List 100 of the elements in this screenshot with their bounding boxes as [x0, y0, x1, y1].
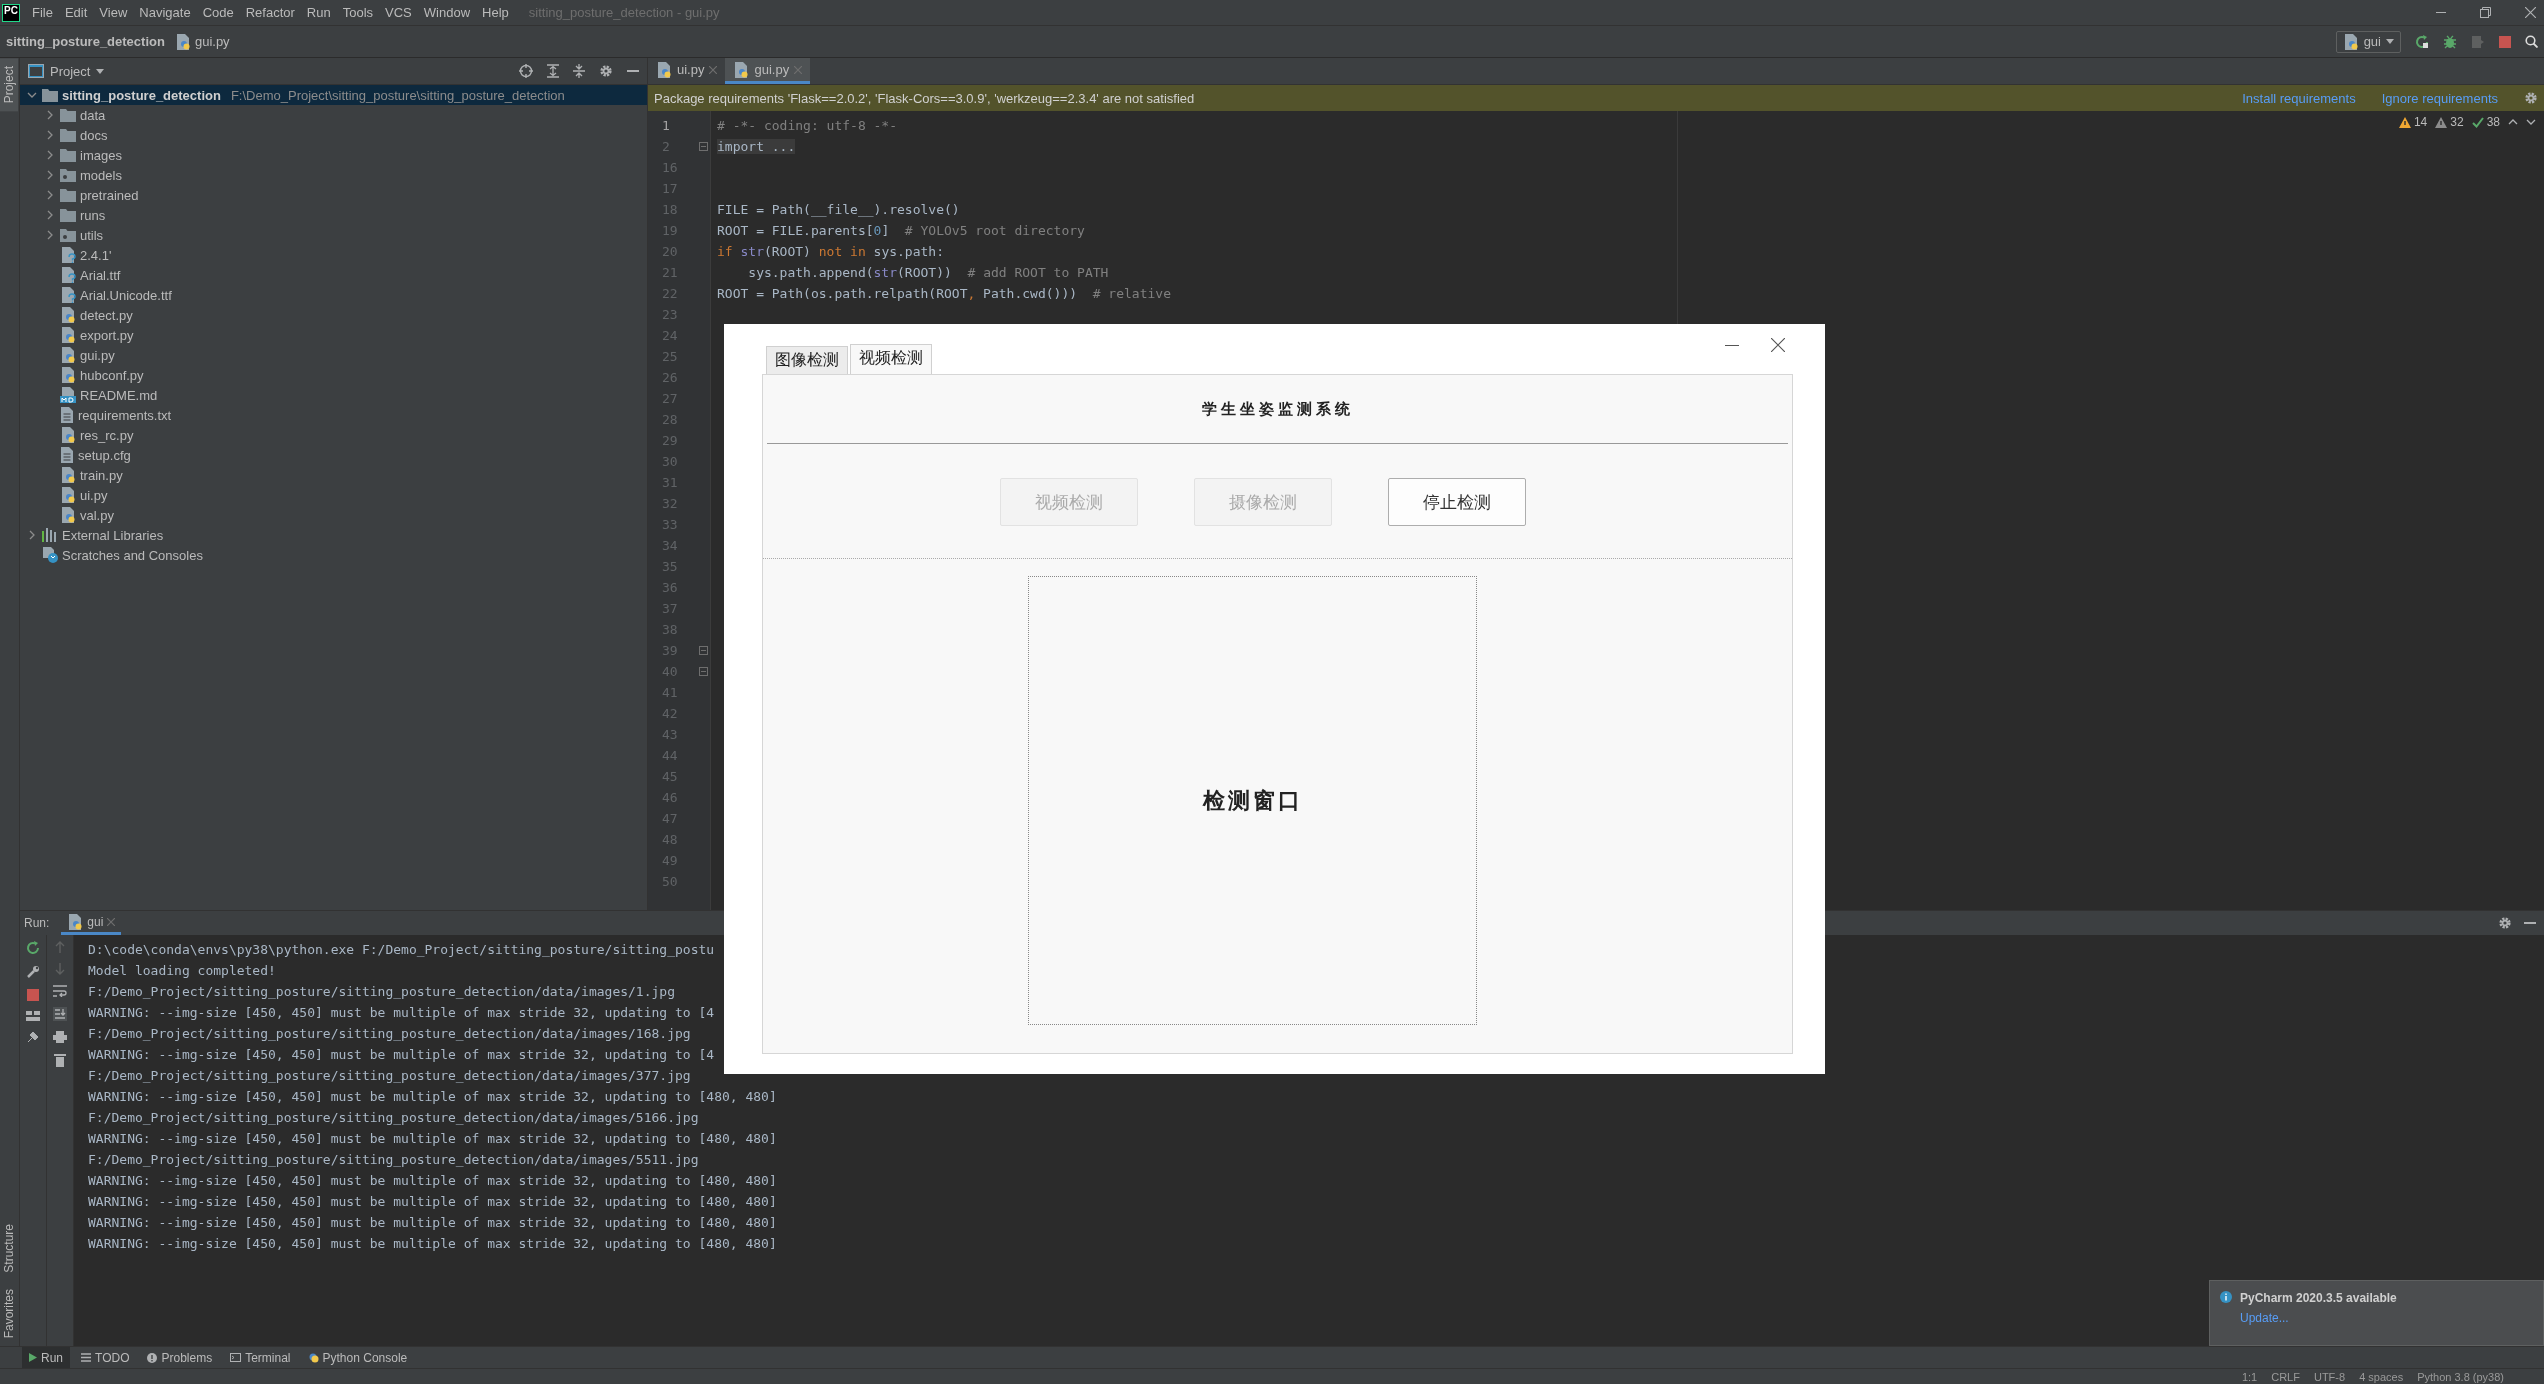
menu-item[interactable]: Navigate — [133, 5, 197, 20]
tree-item[interactable]: 2.4.1' — [20, 245, 647, 265]
rerun-icon[interactable] — [2415, 34, 2429, 49]
tree-item[interactable]: runs — [20, 205, 647, 225]
tree-item[interactable]: utils — [20, 225, 647, 245]
debug-icon[interactable] — [2443, 34, 2457, 49]
tool-window-button[interactable]: Run — [22, 1347, 70, 1368]
action-button[interactable]: 停止检测 — [1387, 478, 1526, 526]
tree-item[interactable]: ui.py — [20, 485, 647, 505]
chevron-icon[interactable] — [45, 110, 55, 120]
close-icon[interactable] — [2525, 7, 2536, 18]
status-item[interactable]: UTF-8 — [2313, 1370, 2346, 1383]
tree-item[interactable]: README.md — [20, 385, 647, 405]
tree-item[interactable]: gui.py — [20, 345, 647, 365]
rerun-icon[interactable] — [26, 941, 40, 955]
list-icon — [81, 1353, 91, 1362]
update-link[interactable]: Update... — [2240, 1311, 2397, 1325]
tree-item[interactable]: val.py — [20, 505, 647, 525]
fold-icon[interactable] — [699, 667, 708, 676]
tree-item[interactable]: External Libraries — [20, 525, 647, 545]
banner-link[interactable]: Install requirements — [2242, 90, 2356, 106]
status-item[interactable]: 1:1 — [2241, 1370, 2258, 1383]
tool-window-button[interactable]: Problems — [140, 1347, 220, 1368]
menu-item[interactable]: Run — [300, 5, 337, 20]
caret-icon[interactable] — [96, 68, 105, 74]
menu-item[interactable]: Refactor — [239, 5, 301, 20]
menu-item[interactable]: VCS — [379, 5, 418, 20]
chevron-icon[interactable] — [45, 150, 55, 160]
inspection-counter[interactable]: 38 — [2471, 115, 2500, 129]
expand-all-icon[interactable] — [547, 64, 559, 78]
tree-item[interactable]: Arial.Unicode.ttf — [20, 285, 647, 305]
stop-icon[interactable] — [2499, 35, 2511, 48]
print-icon[interactable] — [53, 1031, 67, 1043]
folder-icon — [60, 188, 76, 202]
chevron-icon[interactable] — [27, 90, 37, 100]
tree-item[interactable]: Arial.ttf — [20, 265, 647, 285]
project-view-dropdown[interactable]: Project — [28, 63, 105, 79]
settings-icon[interactable] — [2524, 91, 2538, 105]
menu-item[interactable]: View — [93, 5, 134, 20]
tree-item[interactable]: pretrained — [20, 185, 647, 205]
tree-item[interactable]: detect.py — [20, 305, 647, 325]
locate-icon[interactable] — [519, 64, 533, 78]
tree-item[interactable]: docs — [20, 125, 647, 145]
fold-icon[interactable] — [699, 646, 708, 655]
tree-item[interactable]: sitting_posture_detection F:\Demo_Project\sitting_posture\sitting_posture_detection — [20, 85, 647, 105]
tree-item[interactable]: Scratches and Consoles — [20, 545, 647, 565]
dialog-tab[interactable]: 图像检测 — [766, 346, 848, 374]
menu-item[interactable]: Code — [196, 5, 240, 20]
tree-item[interactable]: res_rc.py — [20, 425, 647, 445]
tree-item[interactable]: data — [20, 105, 647, 125]
settings-icon[interactable] — [2498, 916, 2512, 930]
settings-icon[interactable] — [599, 64, 613, 78]
status-item[interactable]: CRLF — [2271, 1370, 2300, 1383]
collapse-all-icon[interactable] — [573, 64, 585, 78]
chevron-icon[interactable] — [45, 210, 55, 220]
chevron-icon[interactable] — [45, 130, 55, 140]
tree-item[interactable]: setup.cfg — [20, 445, 647, 465]
status-item[interactable]: Python 3.8 (py38) — [2417, 1370, 2504, 1383]
tree-item[interactable]: requirements.txt — [20, 405, 647, 425]
breadcrumb-project[interactable]: sitting_posture_detection — [6, 34, 165, 49]
menu-item[interactable]: Edit — [58, 5, 94, 20]
close-icon[interactable] — [1771, 338, 1785, 352]
tool-window-tab[interactable]: Favorites — [0, 1280, 18, 1346]
layout-icon[interactable] — [26, 1011, 40, 1021]
status-item[interactable]: 4 spaces — [2359, 1370, 2404, 1383]
inspection-counter[interactable]: 14 — [2398, 115, 2428, 129]
chevron-icon[interactable] — [45, 230, 55, 240]
tool-window-button[interactable]: Python Console — [301, 1347, 415, 1368]
restore-icon[interactable] — [2480, 7, 2491, 18]
chevron-icon[interactable] — [45, 190, 55, 200]
tree-item[interactable]: export.py — [20, 325, 647, 345]
tool-window-tab[interactable]: Project — [0, 58, 18, 112]
breadcrumb-file[interactable]: gui.py — [194, 34, 230, 49]
soft-wrap-icon[interactable] — [53, 985, 67, 997]
fold-icon[interactable] — [699, 142, 708, 151]
scroll-to-end-icon[interactable] — [53, 1007, 67, 1021]
menu-item[interactable]: Tools — [336, 5, 380, 20]
tree-item[interactable]: train.py — [20, 465, 647, 485]
tool-window-button[interactable]: Terminal — [223, 1347, 298, 1368]
editor-tab[interactable]: gui.py — [725, 58, 811, 84]
search-icon[interactable] — [2525, 35, 2538, 48]
chevron-icon[interactable] — [27, 530, 37, 540]
editor-tab[interactable]: ui.py — [648, 58, 726, 84]
wrench-icon[interactable] — [26, 965, 40, 979]
trash-icon[interactable] — [54, 1053, 66, 1067]
run-config-dropdown[interactable]: gui — [2335, 30, 2401, 53]
dialog-tab[interactable]: 视频检测 — [850, 344, 932, 374]
chevron-icon[interactable] — [45, 170, 55, 180]
banner-link[interactable]: Ignore requirements — [2381, 90, 2498, 106]
menu-item[interactable]: Window — [417, 5, 477, 20]
tree-item[interactable]: hubconf.py — [20, 365, 647, 385]
menu-item[interactable]: File — [26, 5, 59, 20]
tool-window-button[interactable]: TODO — [74, 1347, 137, 1368]
inspection-counter[interactable]: 32 — [2435, 115, 2464, 129]
minimize-icon[interactable] — [1725, 344, 1739, 346]
tree-item[interactable]: images — [20, 145, 647, 165]
caret-icon[interactable] — [2386, 39, 2394, 44]
tree-item[interactable]: models — [20, 165, 647, 185]
tool-window-tab[interactable]: Structure — [0, 1215, 18, 1281]
menu-item[interactable]: Help — [476, 5, 515, 20]
